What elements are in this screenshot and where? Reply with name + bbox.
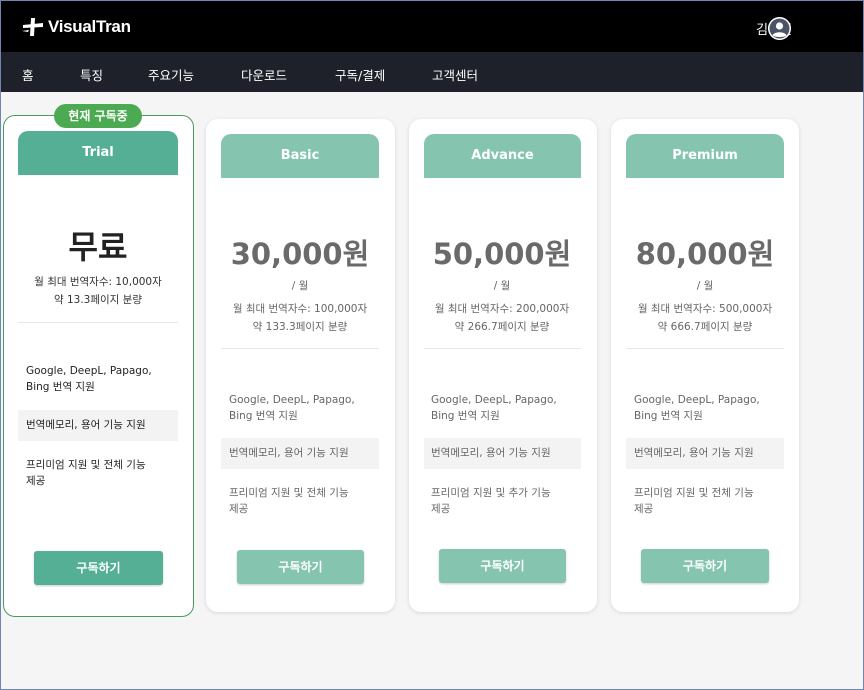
plan-divider [221,348,379,349]
plan-max-chars-premium: 월 최대 번역자수: 500,000자 [637,303,773,315]
plan-period-basic: / 월 [291,280,309,292]
current-subscription-badge: 현재 구독중 [54,104,142,128]
plan-card-premium [611,119,799,612]
user-circle-icon[interactable] [768,17,791,40]
plan-title-trial: Trial [18,131,178,175]
plan-price-basic: 30,000원 [230,237,370,271]
plan-price-premium: 80,000원 [635,237,775,271]
plan-pages-basic: 약 133.3페이지 분량 [252,321,348,333]
nav-item-key-functions[interactable]: 주요기능 [148,65,194,84]
subscribe-button-advance[interactable]: 구독하기 [439,549,566,583]
plan-feature-memory-advance: 번역메모리, 용어 기능 지원 [431,447,551,459]
plan-period-advance: / 월 [493,280,511,292]
plan-pages-advance: 약 266.7페이지 분량 [454,321,550,333]
plan-feature-engines-trial: Google, DeepL, Papago, Bing 번역 지원 [26,365,152,393]
plan-period-premium: / 월 [696,280,714,292]
subscribe-button-premium[interactable]: 구독하기 [641,549,769,583]
subscribe-button-trial[interactable]: 구독하기 [34,551,163,585]
plan-price-trial: 무료 [68,228,128,266]
plan-feature-memory-basic: 번역메모리, 용어 기능 지원 [229,447,349,459]
plan-feature-memory-premium: 번역메모리, 용어 기능 지원 [634,447,754,459]
nav-item-features[interactable]: 특징 [80,65,103,84]
plan-title-basic: Basic [221,134,379,178]
top-bar: VisualTran 김창선 [0,0,864,52]
plan-feature-engines-advance: Google, DeepL, Papago, Bing 번역 지원 [431,394,557,422]
nav-item-support[interactable]: 고객센터 [432,65,478,84]
plan-feature-engines-premium: Google, DeepL, Papago, Bing 번역 지원 [634,394,760,422]
logo[interactable]: VisualTran [21,16,131,38]
plan-max-chars-trial: 월 최대 번역자수: 10,000자 [34,276,162,288]
plan-feature-premium-advance: 프리미엄 지원 및 추가 기능 제공 [431,487,551,515]
nav-item-home[interactable]: 홈 [22,65,34,84]
plan-feature-premium-basic: 프리미엄 지원 및 전체 기능 제공 [229,487,349,515]
plan-max-chars-basic: 월 최대 번역자수: 100,000자 [232,303,368,315]
plan-divider [18,322,178,323]
plan-card-basic [206,119,395,612]
plan-feature-memory-trial: 번역메모리, 용어 기능 지원 [26,419,146,431]
plan-pages-trial: 약 13.3페이지 분량 [53,294,142,306]
plan-feature-premium-trial: 프리미엄 지원 및 전체 기능 제공 [26,459,146,487]
main-nav: 홈 특징 주요기능 다운로드 구독/결제 고객센터 [0,52,864,92]
plan-feature-premium-premium: 프리미엄 지원 및 전체 기능 제공 [634,487,754,515]
plan-title-premium: Premium [626,134,784,178]
plan-title-advance: Advance [424,134,581,178]
nav-item-subscription[interactable]: 구독/결제 [335,65,385,84]
plan-feature-engines-basic: Google, DeepL, Papago, Bing 번역 지원 [229,394,355,422]
logo-text: VisualTran [48,17,131,36]
plan-divider [424,348,581,349]
plan-pages-premium: 약 666.7페이지 분량 [657,321,753,333]
logo-mark-icon [22,18,43,36]
plan-card-advance [409,119,597,612]
plan-divider [626,348,784,349]
subscribe-button-basic[interactable]: 구독하기 [237,550,364,584]
plan-max-chars-advance: 월 최대 번역자수: 200,000자 [434,303,570,315]
plan-price-advance: 50,000원 [432,237,572,271]
nav-item-download[interactable]: 다운로드 [241,65,287,84]
